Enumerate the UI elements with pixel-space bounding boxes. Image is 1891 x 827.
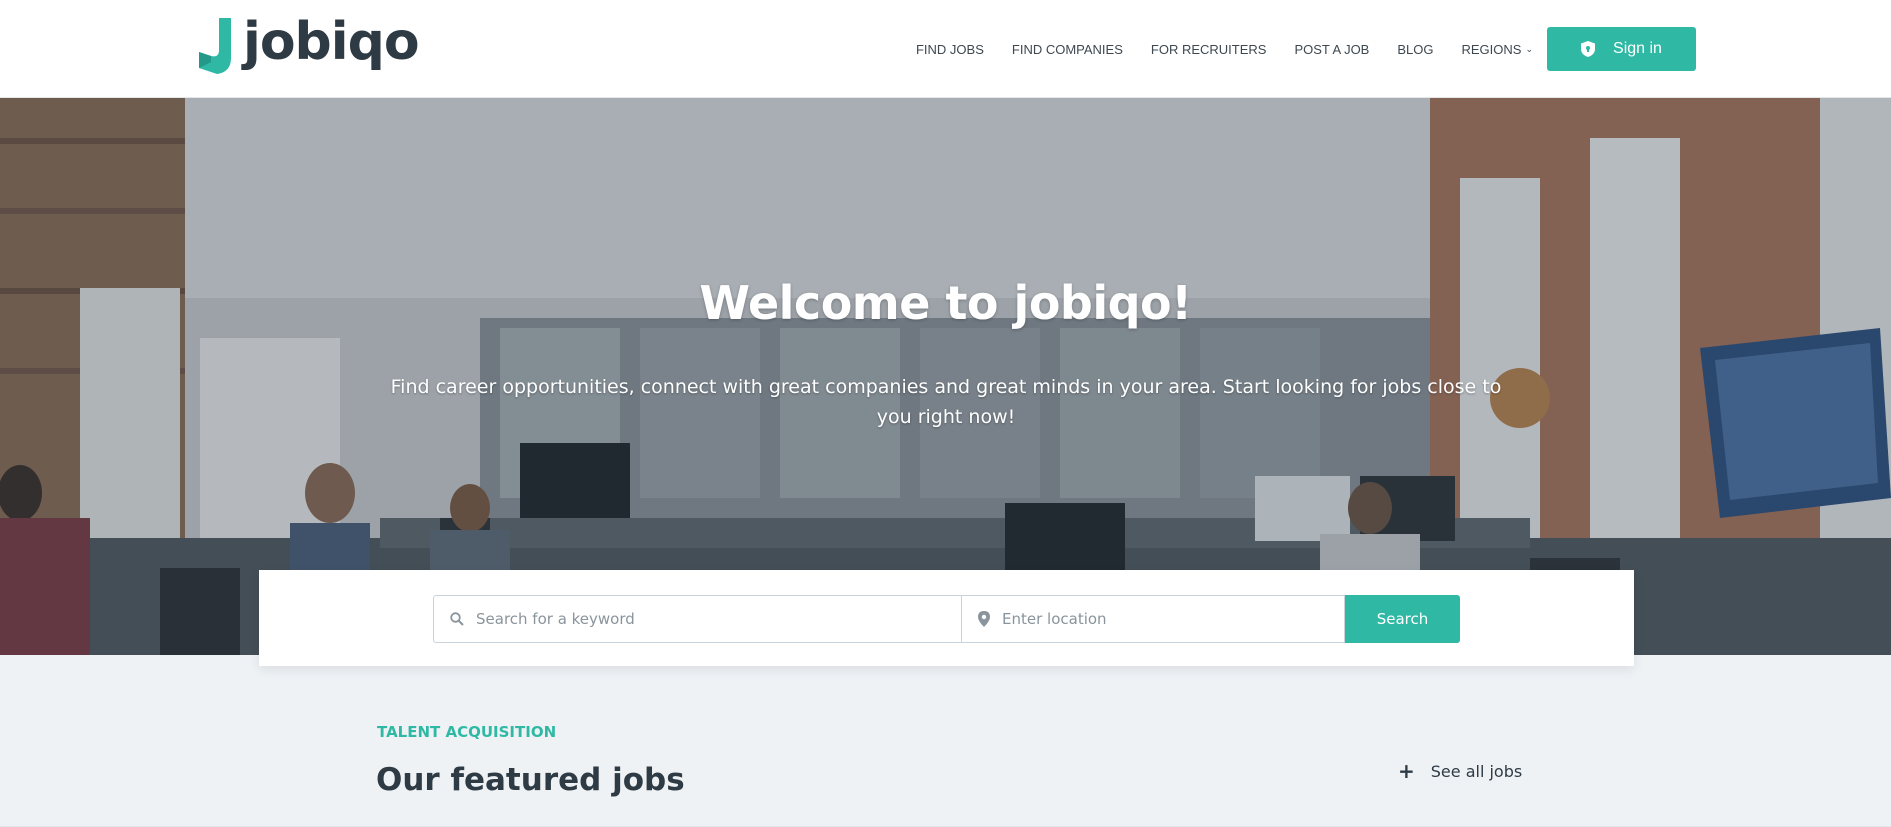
logo-wordmark: jobiqo [243, 12, 420, 72]
nav-find-jobs[interactable]: FIND JOBS [916, 42, 984, 57]
main-nav: FIND JOBS FIND COMPANIES FOR RECRUITERS … [916, 0, 1533, 98]
nav-post-a-job[interactable]: POST A JOB [1294, 42, 1369, 57]
search-button[interactable]: Search [1345, 595, 1460, 643]
chevron-down-icon: ⌄ [1525, 43, 1533, 54]
site-header: jobiqo FIND JOBS FIND COMPANIES FOR RECR… [0, 0, 1891, 98]
sign-in-button[interactable]: Sign in [1547, 27, 1696, 71]
hero-subtitle: Find career opportunities, connect with … [390, 376, 1502, 428]
nav-regions-dropdown[interactable]: REGIONS ⌄ [1461, 42, 1533, 57]
location-input[interactable] [1002, 596, 1344, 642]
nav-find-companies[interactable]: FIND COMPANIES [1012, 42, 1123, 57]
job-search-form: Search [433, 595, 1460, 643]
keyword-input[interactable] [476, 596, 961, 642]
hero-title: Welcome to jobiqo! [699, 276, 1192, 330]
search-card: Search [259, 570, 1634, 666]
jobiqo-j-mark-icon [199, 18, 231, 74]
shield-icon [1581, 41, 1596, 57]
nav-for-recruiters[interactable]: FOR RECRUITERS [1151, 42, 1267, 57]
plus-icon: + [1398, 759, 1415, 783]
section-kicker: TALENT ACQUISITION [377, 723, 557, 741]
sign-in-label: Sign in [1613, 40, 1662, 57]
see-all-jobs-label: See all jobs [1430, 761, 1523, 781]
location-field[interactable] [962, 595, 1345, 643]
see-all-jobs-link[interactable]: + See all jobs [1398, 761, 1522, 781]
search-icon [450, 612, 464, 626]
nav-blog[interactable]: BLOG [1397, 42, 1433, 57]
map-pin-icon [978, 611, 990, 627]
logo[interactable]: jobiqo [197, 12, 420, 77]
section-title: Our featured jobs [376, 762, 685, 798]
nav-regions-label: REGIONS [1461, 41, 1522, 57]
keyword-field[interactable] [433, 595, 962, 643]
